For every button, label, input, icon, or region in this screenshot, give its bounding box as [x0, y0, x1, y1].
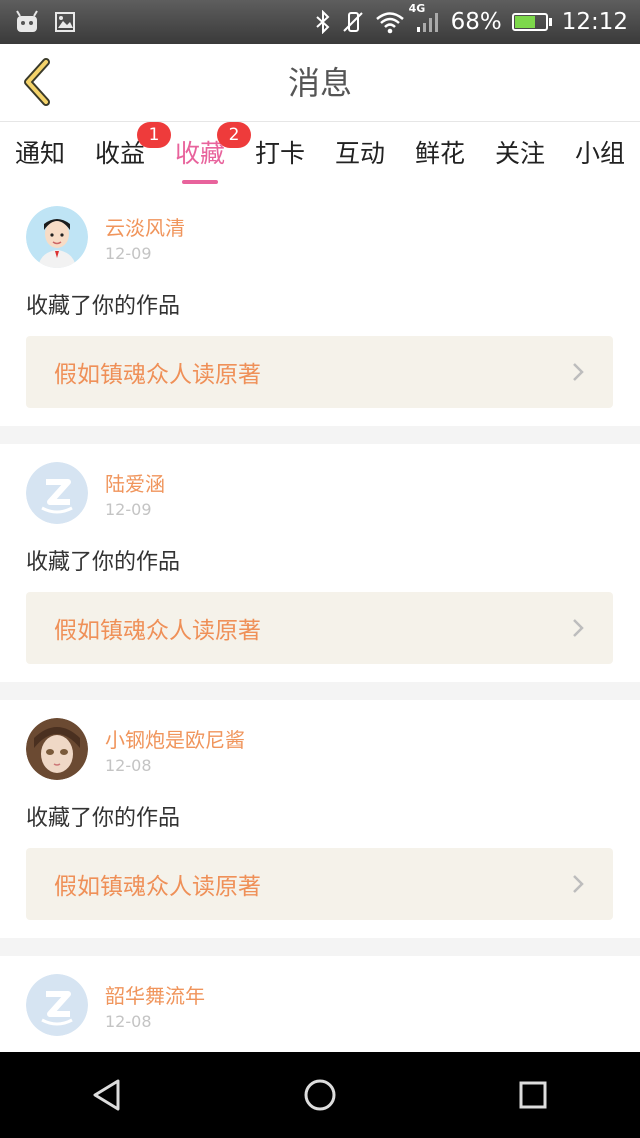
- avatar[interactable]: [26, 974, 88, 1036]
- notification-list: 云淡风清 12-09 收藏了你的作品 假如镇魂众人读原著 陆爱涵 12-09 收藏了你的作品…: [0, 188, 640, 1052]
- recents-square-icon: [519, 1081, 547, 1109]
- bluetooth-icon: [315, 10, 331, 34]
- username[interactable]: 小钢炮是欧尼酱: [105, 724, 245, 753]
- username[interactable]: 韶华舞流年: [105, 980, 205, 1009]
- tab-1[interactable]: 通知: [15, 134, 65, 176]
- tab-label: 互动: [334, 139, 385, 168]
- home-circle-icon: [304, 1079, 336, 1111]
- vibrate-off-icon: [341, 10, 365, 34]
- username[interactable]: 云淡风清: [105, 212, 185, 241]
- tab-4[interactable]: 打卡: [255, 134, 305, 176]
- tab-label: 通知: [14, 139, 65, 168]
- tab-label: 鲜花: [414, 139, 465, 168]
- tab-8[interactable]: 小组: [575, 134, 625, 176]
- work-link[interactable]: 假如镇魂众人读原著: [26, 336, 613, 408]
- chevron-right-icon: [571, 361, 585, 383]
- nav-back-button[interactable]: [77, 1065, 137, 1125]
- work-link[interactable]: 假如镇魂众人读原著: [26, 848, 613, 920]
- chevron-right-icon: [571, 617, 585, 639]
- network-type-label: 4G: [408, 2, 426, 15]
- battery-percent: 68%: [450, 9, 502, 35]
- back-triangle-icon: [93, 1079, 120, 1111]
- notification-card: 韶华舞流年12-08收藏了你的作品假如镇魂众人读原著: [0, 956, 640, 1052]
- tab-label: 关注: [494, 139, 545, 168]
- tab-label: 打卡: [254, 139, 305, 168]
- battery-icon: [511, 13, 552, 31]
- nav-home-button[interactable]: [290, 1065, 350, 1125]
- tab-5[interactable]: 互动: [335, 134, 385, 176]
- wifi-icon: [375, 10, 405, 34]
- tab-2[interactable]: 收益 1: [94, 122, 171, 176]
- nav-recents-button[interactable]: [503, 1065, 563, 1125]
- avatar[interactable]: [26, 206, 88, 268]
- signal-icon: 4G: [409, 2, 441, 34]
- tab-3[interactable]: 收藏 2: [174, 122, 251, 184]
- tab-7[interactable]: 关注: [495, 134, 545, 176]
- action-text: 收藏了你的作品: [26, 294, 181, 319]
- android-robot-icon: [14, 10, 40, 34]
- action-text: 收藏了你的作品: [26, 806, 181, 831]
- timestamp: 12-09: [105, 244, 152, 263]
- timestamp: 12-09: [105, 500, 152, 519]
- tab-label: 小组: [574, 139, 625, 168]
- timestamp: 12-08: [105, 756, 152, 775]
- status-bar: 4G 68% 12:12: [0, 0, 640, 44]
- chevron-right-icon: [571, 873, 585, 895]
- action-text: 收藏了你的作品: [26, 550, 181, 575]
- page-title: 消息: [287, 64, 352, 102]
- header-bar: 消息: [0, 44, 640, 122]
- username[interactable]: 陆爱涵: [105, 468, 165, 497]
- notification-card: 小钢炮是欧尼酱 12-08 收藏了你的作品假如镇魂众人读原著: [0, 700, 640, 938]
- tab-bar: 通知 收益 1 收藏 2 打卡 互动 鲜花 关注 小组: [0, 122, 640, 188]
- notification-card: 陆爱涵 12-09 收藏了你的作品假如镇魂众人读原著: [0, 444, 640, 682]
- tab-label: 收藏: [174, 139, 225, 168]
- work-title: 假如镇魂众人读原著: [54, 362, 261, 388]
- unread-badge: 2: [217, 122, 251, 148]
- avatar[interactable]: [26, 462, 88, 524]
- image-icon: [54, 11, 76, 33]
- tab-6[interactable]: 鲜花: [415, 134, 465, 176]
- work-title: 假如镇魂众人读原著: [54, 874, 261, 900]
- work-title: 假如镇魂众人读原著: [54, 618, 261, 644]
- tab-label: 收益: [94, 139, 145, 168]
- clock: 12:12: [561, 9, 628, 35]
- work-link[interactable]: 假如镇魂众人读原著: [26, 592, 613, 664]
- timestamp: 12-08: [105, 1012, 152, 1031]
- unread-badge: 1: [137, 122, 171, 148]
- system-nav-bar: [0, 1052, 640, 1138]
- notification-card: 云淡风清 12-09 收藏了你的作品假如镇魂众人读原著: [0, 188, 640, 426]
- avatar[interactable]: [26, 718, 88, 780]
